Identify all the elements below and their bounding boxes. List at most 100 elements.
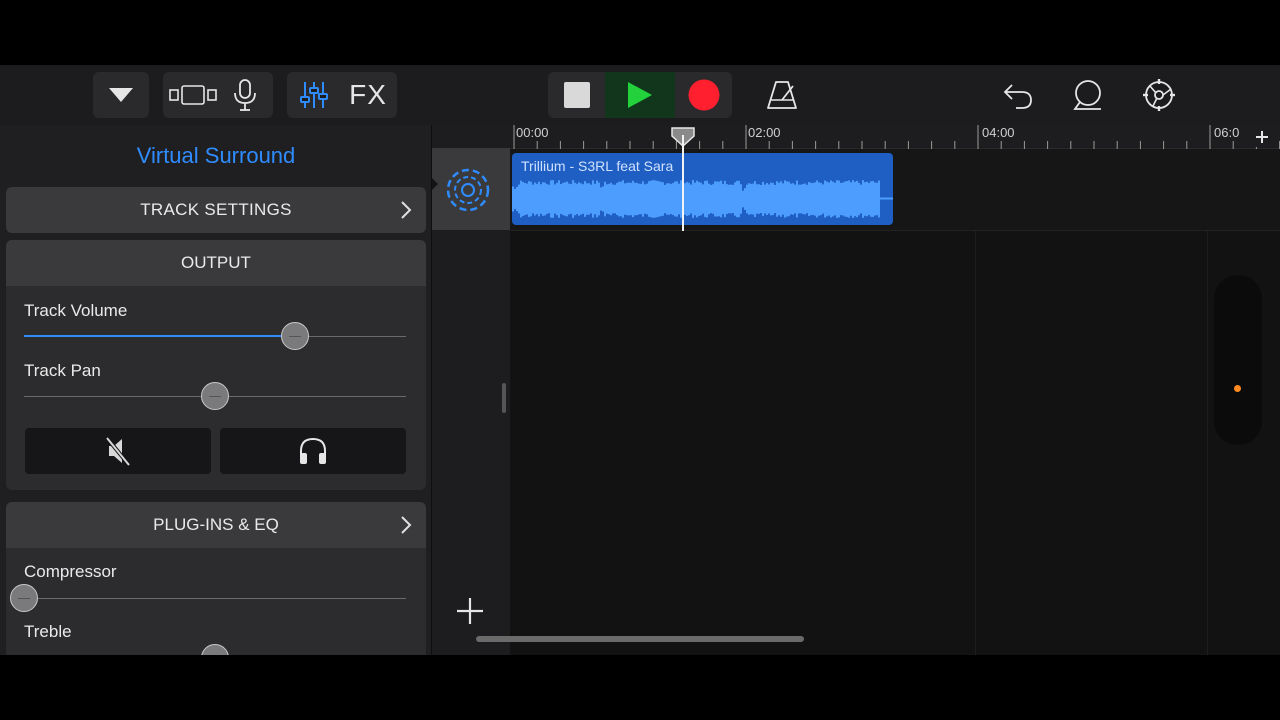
treble-knob[interactable] bbox=[201, 644, 229, 655]
plugins-eq-header[interactable]: PLUG-INS & EQ bbox=[6, 502, 426, 548]
waveform-bar bbox=[648, 181, 650, 217]
waveform-bar bbox=[514, 189, 516, 209]
waveform-bar bbox=[802, 184, 804, 214]
waveform-bar bbox=[524, 182, 526, 216]
track-pan-knob[interactable] bbox=[201, 382, 229, 410]
waveform-bar bbox=[816, 180, 818, 218]
microphone-icon bbox=[234, 79, 256, 111]
record-button[interactable] bbox=[675, 72, 732, 118]
track-volume-knob[interactable] bbox=[281, 322, 310, 350]
waveform-bar bbox=[696, 180, 698, 218]
track-pan-slider[interactable] bbox=[24, 382, 406, 410]
waveform-bar bbox=[804, 183, 806, 215]
track-header-column bbox=[432, 125, 510, 655]
waveform-bar bbox=[868, 183, 870, 215]
waveform-bar bbox=[740, 184, 742, 214]
timeline-ruler[interactable]: 00:00 02:00 04:00 06:0 bbox=[510, 125, 1280, 149]
waveform-bar bbox=[732, 184, 734, 214]
panel-title: Virtual Surround bbox=[136, 143, 296, 168]
track-settings-label: TRACK SETTINGS bbox=[140, 200, 292, 219]
track-settings-row[interactable]: TRACK SETTINGS bbox=[6, 187, 426, 233]
panel-resize-handle[interactable] bbox=[502, 383, 506, 413]
vertical-scroll-indicator[interactable] bbox=[1214, 275, 1262, 445]
transport-controls bbox=[548, 72, 732, 118]
waveform-bar bbox=[716, 181, 718, 217]
waveform-bar bbox=[706, 180, 708, 218]
ruler-label-0: 00:00 bbox=[516, 125, 549, 140]
browser-dropdown-button[interactable] bbox=[93, 72, 149, 118]
compressor-label: Compressor bbox=[24, 562, 117, 581]
waveform-bar bbox=[550, 180, 552, 218]
audio-region[interactable]: Trillium - S3RL feat Sara bbox=[512, 153, 893, 225]
waveform-bar bbox=[762, 181, 764, 217]
waveform-bar bbox=[688, 182, 690, 216]
waveform-bar bbox=[518, 184, 520, 214]
track-volume-label: Track Volume bbox=[24, 301, 128, 320]
mute-button[interactable] bbox=[25, 428, 211, 474]
waveform-bar bbox=[678, 183, 680, 215]
waveform-bar bbox=[742, 190, 744, 208]
undo-button[interactable] bbox=[996, 72, 1040, 118]
gear-icon bbox=[1143, 79, 1175, 111]
waveform-bar bbox=[848, 180, 850, 218]
waveform-bar bbox=[708, 183, 710, 215]
virtual-surround-track-icon bbox=[432, 168, 490, 212]
waveform-bar bbox=[704, 181, 706, 217]
waveform-bar bbox=[628, 182, 630, 216]
track-header[interactable] bbox=[432, 148, 510, 230]
waveform-bar bbox=[636, 182, 638, 216]
waveform-bar bbox=[752, 183, 754, 215]
add-section-button[interactable] bbox=[1252, 127, 1272, 147]
stop-button[interactable] bbox=[548, 72, 605, 118]
plus-icon bbox=[1256, 131, 1268, 143]
waveform-bar bbox=[564, 182, 566, 216]
waveform-bar bbox=[590, 184, 592, 214]
metronome-button[interactable] bbox=[760, 72, 804, 118]
waveform-bar bbox=[538, 181, 540, 217]
microphone-button[interactable] bbox=[219, 78, 271, 112]
output-header-label: OUTPUT bbox=[181, 253, 251, 272]
loop-browser-icon bbox=[1073, 80, 1101, 110]
solo-button[interactable] bbox=[220, 428, 406, 474]
horizontal-scrollbar[interactable] bbox=[476, 636, 804, 642]
waveform-bar bbox=[730, 184, 732, 214]
compressor-knob[interactable] bbox=[10, 584, 38, 612]
record-icon bbox=[688, 79, 719, 111]
add-track-button[interactable] bbox=[454, 595, 486, 632]
waveform-bar bbox=[638, 183, 640, 215]
waveform-bar bbox=[600, 187, 602, 211]
mute-icon bbox=[105, 436, 131, 467]
waveform-bar bbox=[572, 180, 574, 218]
play-button[interactable] bbox=[605, 72, 675, 118]
loop-browser-button[interactable] bbox=[1066, 72, 1110, 118]
fx-button[interactable]: FX bbox=[340, 79, 396, 111]
waveform-bar bbox=[586, 183, 588, 215]
mixer-button[interactable] bbox=[288, 80, 340, 110]
waveform-bar bbox=[702, 184, 704, 214]
chevron-right-icon bbox=[401, 516, 412, 534]
waveform-bar bbox=[774, 184, 776, 214]
waveform-bar bbox=[870, 181, 872, 217]
waveform-bar bbox=[522, 182, 524, 216]
waveform-bar bbox=[676, 181, 678, 217]
waveform-bar bbox=[630, 182, 632, 216]
settings-button[interactable] bbox=[1137, 72, 1181, 118]
waveform-bar bbox=[674, 181, 676, 217]
track-volume-slider[interactable] bbox=[24, 322, 406, 350]
waveform-bar bbox=[710, 184, 712, 214]
waveform-bar bbox=[660, 181, 662, 217]
waveform-bar bbox=[754, 181, 756, 217]
waveform-bar bbox=[690, 184, 692, 214]
waveform-bar bbox=[512, 186, 514, 212]
output-section: OUTPUT Track Volume Track Pan bbox=[6, 240, 426, 490]
waveform-bar bbox=[758, 184, 760, 214]
waveform-bar bbox=[632, 180, 634, 218]
tracks-area: 00:00 02:00 04:00 06:0 Trillium - S3RL f… bbox=[432, 125, 1280, 655]
compressor-slider[interactable] bbox=[10, 584, 406, 612]
track-lane[interactable]: Trillium - S3RL feat Sara bbox=[510, 149, 1280, 231]
waveform-bar bbox=[824, 180, 826, 218]
tracks-view-button[interactable] bbox=[167, 83, 219, 107]
waveform-bar bbox=[536, 183, 538, 215]
waveform-bar bbox=[634, 182, 636, 216]
waveform-bar bbox=[684, 183, 686, 215]
